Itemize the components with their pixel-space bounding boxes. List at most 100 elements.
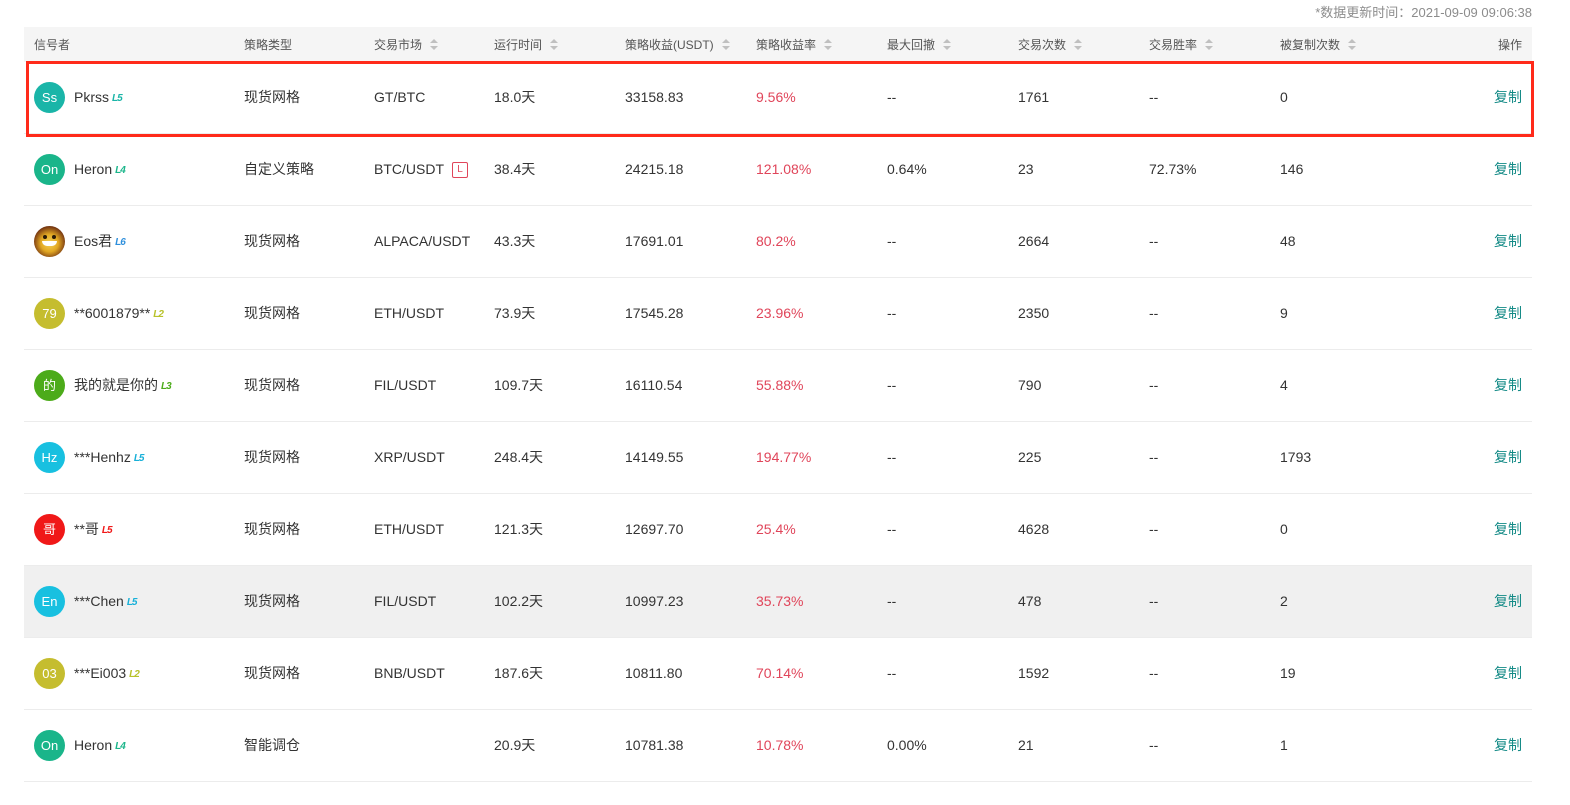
col-signaler: 信号者 xyxy=(34,38,71,52)
signaler-name[interactable]: ***Henhz L5 xyxy=(74,422,144,494)
signaler-name[interactable]: Eos君 L6 xyxy=(74,206,126,278)
strategy-profit: 16110.54 xyxy=(625,377,683,393)
strategy-type: 现货网格 xyxy=(244,665,300,681)
profit-rate: 194.77% xyxy=(756,449,812,465)
trade-market: FIL/USDT xyxy=(374,593,437,609)
col-run-time[interactable]: 运行时间 xyxy=(494,27,559,64)
sort-icon[interactable] xyxy=(824,38,833,51)
profit-rate: 80.2% xyxy=(756,233,796,249)
signaler-name[interactable]: Heron L4 xyxy=(74,134,126,206)
col-copied[interactable]: 被复制次数 xyxy=(1280,27,1357,64)
copy-button[interactable]: 复制 xyxy=(1494,62,1522,133)
win-rate: -- xyxy=(1149,305,1159,321)
sort-icon[interactable] xyxy=(1348,38,1357,51)
copy-button[interactable]: 复制 xyxy=(1494,350,1522,421)
copied-count: 48 xyxy=(1280,233,1296,249)
strategy-profit: 17691.01 xyxy=(625,233,684,249)
sort-icon[interactable] xyxy=(550,38,559,51)
signaler-name[interactable]: 我的就是你的 L3 xyxy=(74,350,172,422)
copy-button[interactable]: 复制 xyxy=(1494,494,1522,565)
strategy-profit: 12697.70 xyxy=(625,521,684,537)
sort-icon[interactable] xyxy=(1074,38,1083,51)
copy-button[interactable]: 复制 xyxy=(1494,278,1522,349)
win-rate: -- xyxy=(1149,449,1159,465)
strategy-type: 现货网格 xyxy=(244,521,300,537)
max-drawdown: -- xyxy=(887,665,897,681)
run-time: 109.7天 xyxy=(494,377,544,393)
table-row[interactable]: Eos君 L6 现货网格 ALPACA/USDT 43.3天 17691.01 8… xyxy=(24,206,1532,278)
signaler-name[interactable]: Pkrss L5 xyxy=(74,62,123,134)
profit-rate: 55.88% xyxy=(756,377,804,393)
copy-button[interactable]: 复制 xyxy=(1494,638,1522,709)
profit-rate: 35.73% xyxy=(756,593,804,609)
table-row[interactable]: Ss Pkrss L5 现货网格 GT/BTC 18.0天 33158.83 9.… xyxy=(24,62,1532,134)
avatar: Ss xyxy=(34,82,65,113)
sort-icon[interactable] xyxy=(430,38,439,51)
max-drawdown: -- xyxy=(887,521,897,537)
avatar: En xyxy=(34,586,65,617)
level-badge-icon: L4 xyxy=(115,741,126,752)
col-trades[interactable]: 交易次数 xyxy=(1018,27,1083,64)
trade-count: 23 xyxy=(1018,161,1034,177)
trade-market: GT/BTC xyxy=(374,89,426,105)
profit-rate: 121.08% xyxy=(756,161,812,177)
copy-button[interactable]: 复制 xyxy=(1494,206,1522,277)
signaler-name[interactable]: ***Chen L5 xyxy=(74,566,137,638)
table-row[interactable]: 79 **6001879** L2 现货网格 ETH/USDT 73.9天 175… xyxy=(24,278,1532,350)
col-rate[interactable]: 策略收益率 xyxy=(756,27,833,64)
copy-button[interactable]: 复制 xyxy=(1494,134,1522,205)
sort-icon[interactable] xyxy=(721,38,730,51)
copied-count: 4 xyxy=(1280,377,1288,393)
table-row[interactable]: On Heron L4 自定义策略 BTC/USDT L 38.4天 24215.1… xyxy=(24,134,1532,206)
strategy-profit: 17545.28 xyxy=(625,305,684,321)
copy-button[interactable]: 复制 xyxy=(1494,566,1522,637)
run-time: 187.6天 xyxy=(494,665,544,681)
avatar: 79 xyxy=(34,298,65,329)
trade-count: 2664 xyxy=(1018,233,1050,249)
trade-count: 1592 xyxy=(1018,665,1050,681)
level-badge-icon: L4 xyxy=(115,165,126,176)
strategy-type: 现货网格 xyxy=(244,305,300,321)
win-rate: -- xyxy=(1149,89,1159,105)
table-row[interactable]: 03 ***Ei003 L2 现货网格 BNB/USDT 187.6天 10811… xyxy=(24,638,1532,710)
sort-icon[interactable] xyxy=(1205,38,1214,51)
max-drawdown: -- xyxy=(887,449,897,465)
signaler-name[interactable]: ***Ei003 L2 xyxy=(74,638,140,710)
trade-count: 2350 xyxy=(1018,305,1050,321)
win-rate: -- xyxy=(1149,593,1159,609)
strategy-type: 自定义策略 xyxy=(244,161,314,177)
run-time: 18.0天 xyxy=(494,89,536,105)
max-drawdown: -- xyxy=(887,89,897,105)
signaler-name[interactable]: **哥 L5 xyxy=(74,494,113,566)
profit-rate: 25.4% xyxy=(756,521,796,537)
col-drawdown[interactable]: 最大回撤 xyxy=(887,27,952,64)
profit-rate: 9.56% xyxy=(756,89,796,105)
table-row[interactable]: 的 我的就是你的 L3 现货网格 FIL/USDT 109.7天 16110.54… xyxy=(24,350,1532,422)
copy-button[interactable]: 复制 xyxy=(1494,422,1522,493)
copy-button[interactable]: 复制 xyxy=(1494,710,1522,781)
table-row[interactable]: Hz ***Henhz L5 现货网格 XRP/USDT 248.4天 14149… xyxy=(24,422,1532,494)
max-drawdown: -- xyxy=(887,305,897,321)
trade-market: ALPACA/USDT xyxy=(374,233,471,249)
trade-count: 1761 xyxy=(1018,89,1050,105)
copied-count: 2 xyxy=(1280,593,1288,609)
strategy-type: 智能调仓 xyxy=(244,737,300,753)
signaler-name[interactable]: **6001879** L2 xyxy=(74,278,164,350)
level-badge-icon: L2 xyxy=(153,309,164,320)
table-header: 信号者 策略类型 交易市场 运行时间 策略收益(USDT) 策略收益率 最大回撤… xyxy=(24,27,1532,62)
avatar: Hz xyxy=(34,442,65,473)
copied-count: 146 xyxy=(1280,161,1304,177)
signaler-name[interactable]: Heron L4 xyxy=(74,710,126,782)
win-rate: -- xyxy=(1149,377,1159,393)
strategy-profit: 10811.80 xyxy=(625,665,683,681)
table-row[interactable]: On Heron L4 智能调仓 20.9天 10781.38 10.78% 0.… xyxy=(24,710,1532,782)
col-win-rate[interactable]: 交易胜率 xyxy=(1149,27,1214,64)
table-row[interactable]: En ***Chen L5 现货网格 FIL/USDT 102.2天 10997.… xyxy=(24,566,1532,638)
trade-market: FIL/USDT xyxy=(374,377,437,393)
trade-count: 4628 xyxy=(1018,521,1050,537)
table-row[interactable]: 哥 **哥 L5 现货网格 ETH/USDT 121.3天 12697.70 25… xyxy=(24,494,1532,566)
win-rate: -- xyxy=(1149,737,1159,753)
col-market[interactable]: 交易市场 xyxy=(374,27,439,64)
col-profit[interactable]: 策略收益(USDT) xyxy=(625,27,730,64)
sort-icon[interactable] xyxy=(943,38,952,51)
